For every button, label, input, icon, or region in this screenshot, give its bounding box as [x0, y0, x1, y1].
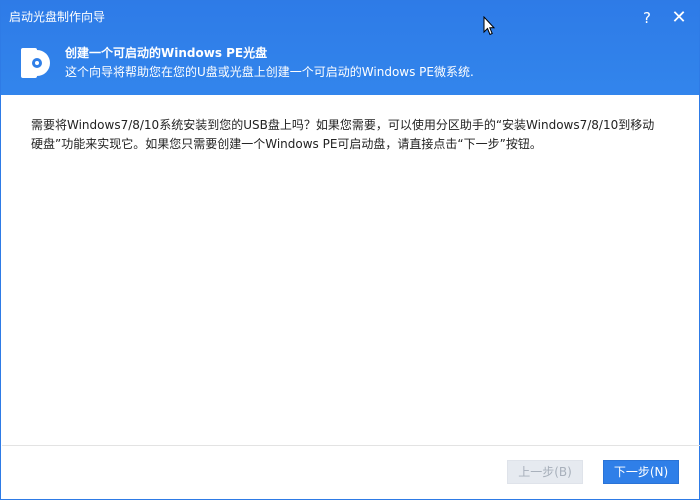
- mouse-cursor-icon: [483, 16, 495, 36]
- previous-button[interactable]: 上一步(B): [507, 460, 583, 484]
- description-line-1: 需要将Windows7/8/10系统安装到您的USB盘上吗？如果您需要，可以使用…: [31, 118, 655, 132]
- next-button[interactable]: 下一步(N): [603, 460, 679, 484]
- title-bar[interactable]: 启动光盘制作向导 ? ✕: [1, 1, 699, 35]
- description-text: 需要将Windows7/8/10系统安装到您的USB盘上吗？如果您需要，可以使用…: [31, 116, 671, 154]
- help-button[interactable]: ?: [633, 5, 661, 31]
- header-banner: 启动光盘制作向导 ? ✕ 创建一个可启动的Windows PE光盘 这个向导将帮…: [1, 1, 699, 95]
- header-subtitle: 这个向导将帮助您在您的U盘或光盘上创建一个可启动的Windows PE微系统.: [65, 65, 474, 79]
- header-title: 创建一个可启动的Windows PE光盘: [65, 46, 268, 60]
- disc-icon: [21, 48, 50, 78]
- wizard-window: 启动光盘制作向导 ? ✕ 创建一个可启动的Windows PE光盘 这个向导将帮…: [0, 0, 700, 500]
- window-title: 启动光盘制作向导: [9, 10, 106, 24]
- footer-divider: [2, 445, 700, 446]
- close-button[interactable]: ✕: [665, 5, 693, 31]
- description-line-2: 硬盘”功能来实现它。如果您只需要创建一个Windows PE可启动盘，请直接点击…: [31, 137, 542, 151]
